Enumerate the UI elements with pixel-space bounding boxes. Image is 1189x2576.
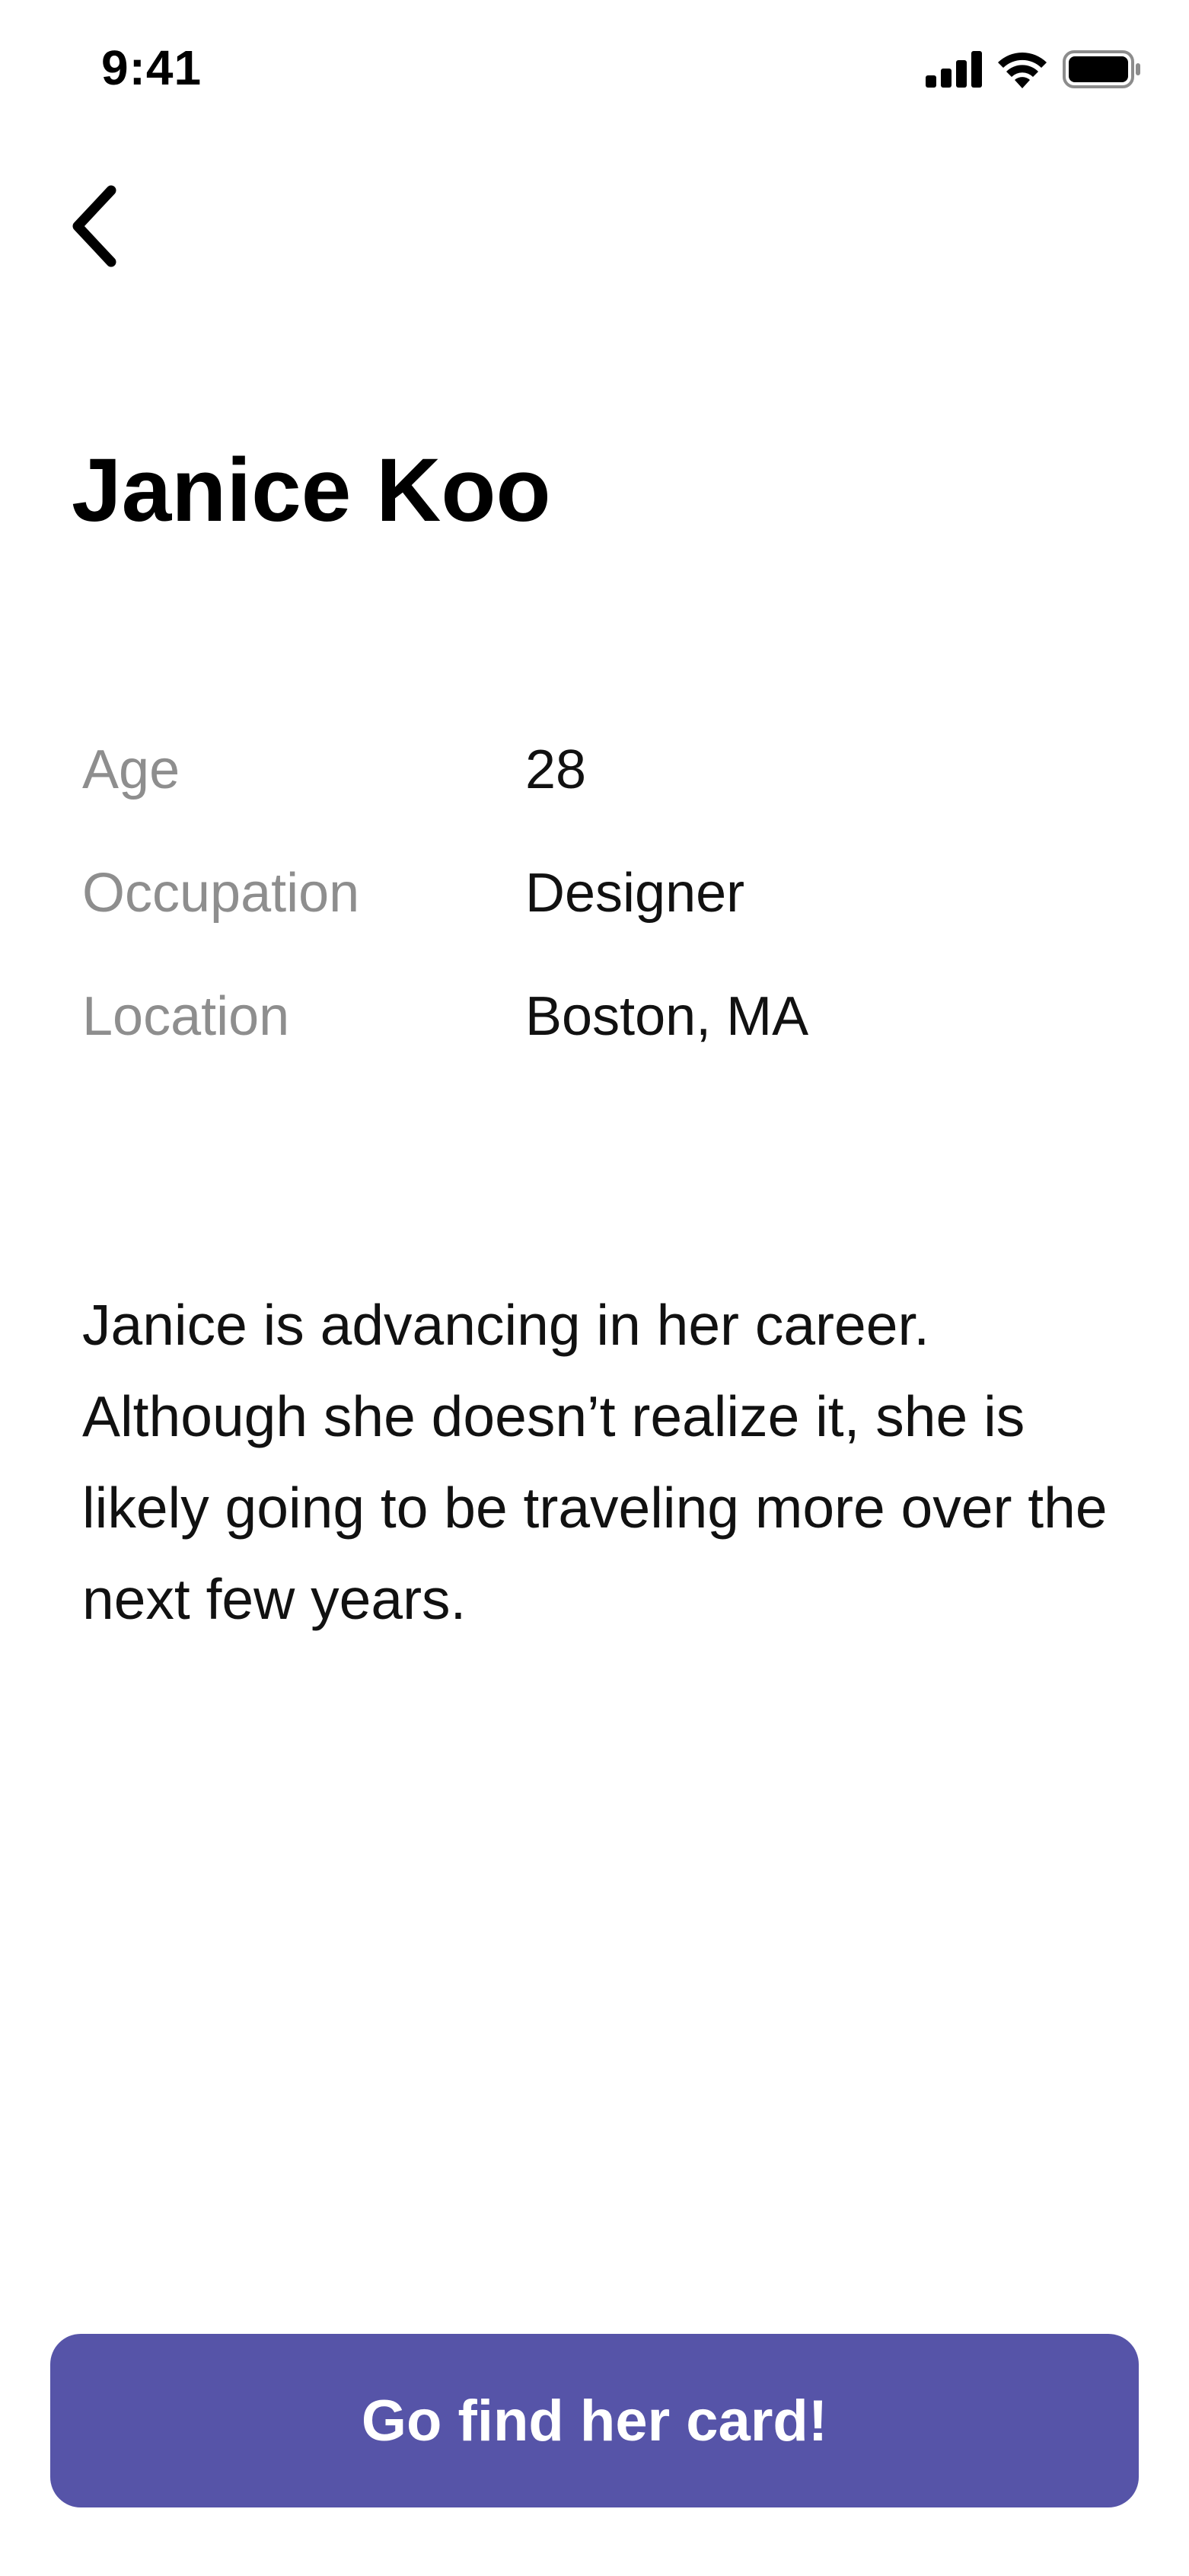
status-time: 9:41 [101,40,202,95]
profile-bio: Janice is advancing in her career. Altho… [82,1293,1108,1631]
detail-row-age: Age 28 [82,708,1072,832]
status-bar: 9:41 [0,0,1189,145]
detail-value: 28 [525,739,587,800]
signal-icon [926,51,982,88]
detail-row-location: Location Boston, MA [82,955,1072,1078]
detail-value: Boston, MA [525,986,809,1047]
wifi-icon [998,53,1047,88]
battery-icon [1063,50,1140,88]
page-title: Janice Koo [72,440,551,541]
detail-label: Age [82,739,180,800]
back-button[interactable] [67,177,143,276]
detail-value: Designer [525,863,745,924]
detail-label: Occupation [82,863,360,924]
status-icons [926,50,1142,88]
detail-label: Location [82,986,290,1047]
find-card-button[interactable]: Go find her card! [50,2334,1139,2507]
profile-details: Age 28 Occupation Designer Location Bost… [82,708,1072,1078]
detail-row-occupation: Occupation Designer [82,832,1072,955]
chevron-left-icon [72,185,116,267]
